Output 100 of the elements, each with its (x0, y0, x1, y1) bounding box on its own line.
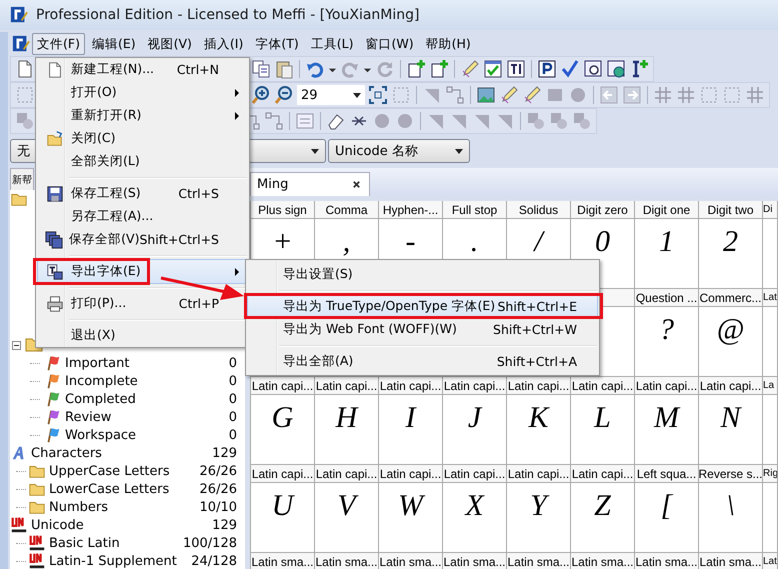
glyph-label: Latin sma... (571, 553, 635, 569)
glyph-label: Latin sma... (699, 553, 763, 569)
collapse-icon[interactable] (12, 340, 21, 350)
tree-item[interactable]: Latin-1 Supplement (49, 554, 177, 568)
selection-icon[interactable] (699, 85, 719, 105)
glyph-label: Latin capi... (507, 465, 571, 483)
menu-item[interactable]: 字体(T) (250, 33, 304, 55)
menu-item[interactable]: 文件(F) (32, 33, 85, 55)
selection-icon[interactable] (15, 85, 35, 105)
tree-item[interactable]: UpperCase Letters (49, 464, 170, 478)
glyph-label: Digit two (699, 201, 763, 219)
copy-icon[interactable] (251, 59, 271, 79)
glyph-label: Digit zero (571, 201, 635, 219)
selection-icon[interactable] (722, 85, 742, 105)
circle-icon[interactable] (395, 111, 415, 131)
menu-item[interactable]: 保存全部(V)Shift+Ctrl+S (38, 228, 247, 251)
nodes-icon[interactable] (264, 111, 284, 131)
menu-item[interactable]: 编辑(E) (86, 33, 141, 55)
glyph-label: Lat (763, 553, 778, 569)
shapes-icon[interactable] (549, 111, 569, 131)
glyph-label: Latin capi... (315, 465, 379, 483)
check-icon[interactable] (560, 59, 580, 79)
pencil-icon[interactable] (499, 85, 519, 105)
paste-icon[interactable] (274, 59, 294, 79)
menu-item[interactable]: 打开(O) (38, 81, 247, 104)
glyph-label: Latin capi... (635, 377, 699, 395)
item-count: 10/10 (200, 500, 237, 514)
zoom-field[interactable]: 29 (297, 85, 365, 105)
glyph-label: Latin capi... (315, 377, 379, 395)
glyph-label: Question ... (635, 289, 699, 307)
glyph-label: Latin sma... (379, 553, 443, 569)
menu-item[interactable]: 导出为 Web Font (WOFF)(W) Shift+Ctrl+W (248, 318, 597, 341)
tree-item[interactable]: Completed (65, 392, 136, 406)
checkbox-window-icon[interactable] (483, 59, 503, 79)
glyph-label: Latin capi... (443, 465, 507, 483)
item-count: 100/128 (182, 536, 237, 550)
fit-icon[interactable] (368, 85, 388, 105)
circle-icon[interactable] (568, 85, 588, 105)
glyph-label: Latin capi... (699, 377, 763, 395)
zoom-in-icon[interactable] (251, 85, 271, 105)
menu-item[interactable]: 另存工程(A)... (38, 205, 247, 228)
menu-item[interactable]: 新建工程(N)... Ctrl+N (38, 58, 247, 81)
glyph-label: Comma (315, 201, 379, 219)
glyph-label: Latin sma... (315, 553, 379, 569)
close-icon[interactable] (352, 180, 361, 189)
glyph-label: Hyphen-... (379, 201, 443, 219)
menu-item[interactable]: 退出(X) (38, 324, 247, 347)
pencil-icon[interactable] (522, 85, 542, 105)
tree-item[interactable]: Unicode (31, 518, 84, 532)
add-page-icon[interactable] (429, 59, 449, 79)
document-tab[interactable]: Ming (250, 172, 370, 196)
floppies-icon (44, 230, 63, 248)
menu-item[interactable]: 帮助(H) (420, 33, 476, 55)
app-logo-icon (12, 35, 30, 53)
menu-item[interactable]: 打印(P)... Ctrl+P (38, 292, 247, 315)
grid-icon[interactable] (745, 85, 765, 105)
sidebar-tab[interactable]: 新帮 (10, 168, 34, 190)
nodes-icon[interactable] (445, 85, 465, 105)
globe-window-icon[interactable] (606, 59, 626, 79)
menu-item[interactable]: 视图(V) (142, 33, 197, 55)
glyph-label: Solidus (507, 201, 571, 219)
menu-item[interactable]: 窗口(W) (360, 33, 419, 55)
shapes-icon[interactable] (526, 111, 546, 131)
list-window-icon[interactable] (295, 111, 315, 131)
shapes-icon[interactable] (572, 111, 592, 131)
tree-item[interactable]: Characters (31, 446, 102, 460)
tree-item[interactable]: Workspace (65, 428, 136, 442)
glyph-label: Latin capi... (251, 465, 315, 483)
export-icon (46, 262, 64, 280)
glyph-label: Full stop (443, 201, 507, 219)
folder-icon (46, 130, 64, 148)
search-window-icon[interactable] (583, 59, 603, 79)
menu-item[interactable]: 保存工程(S) Ctrl+S (38, 182, 247, 205)
tree-item[interactable]: Numbers (49, 500, 108, 514)
caret-icon (353, 92, 361, 98)
menu-item[interactable]: 关闭(C) (38, 127, 247, 150)
menu-item[interactable]: 工具(L) (306, 33, 358, 55)
tree-item[interactable]: Important (65, 356, 130, 370)
tree-item[interactable]: LowerCase Letters (49, 482, 170, 496)
menu-item[interactable]: 导出全部(A) Shift+Ctrl+A (248, 350, 597, 373)
menu-item[interactable]: 全部关闭(L) (38, 150, 247, 173)
add-page-icon[interactable] (406, 59, 426, 79)
tree-item[interactable]: Review (65, 410, 112, 424)
item-count: 0 (228, 410, 237, 424)
zoom-out-icon[interactable] (274, 85, 294, 105)
glyph-label: Plus sign (251, 201, 315, 219)
menu-item[interactable]: 重新打开(R) (38, 104, 247, 127)
item-count: 0 (228, 374, 237, 388)
grid-icon[interactable] (653, 85, 673, 105)
grid-icon[interactable] (676, 85, 696, 105)
picture-icon[interactable] (476, 85, 496, 105)
menu-item[interactable]: 插入(I) (198, 33, 248, 55)
tree-item[interactable]: Basic Latin (49, 536, 120, 550)
tree-item[interactable]: Incomplete (65, 374, 138, 388)
text-size-icon[interactable] (506, 59, 526, 79)
glyph-label: La (763, 377, 778, 395)
glyph-label: Commerc... (699, 289, 763, 307)
dropdown[interactable]: Unicode 名称 (328, 139, 470, 163)
glyph-label: Latin capi... (571, 465, 635, 483)
app-logo-icon (10, 6, 28, 24)
